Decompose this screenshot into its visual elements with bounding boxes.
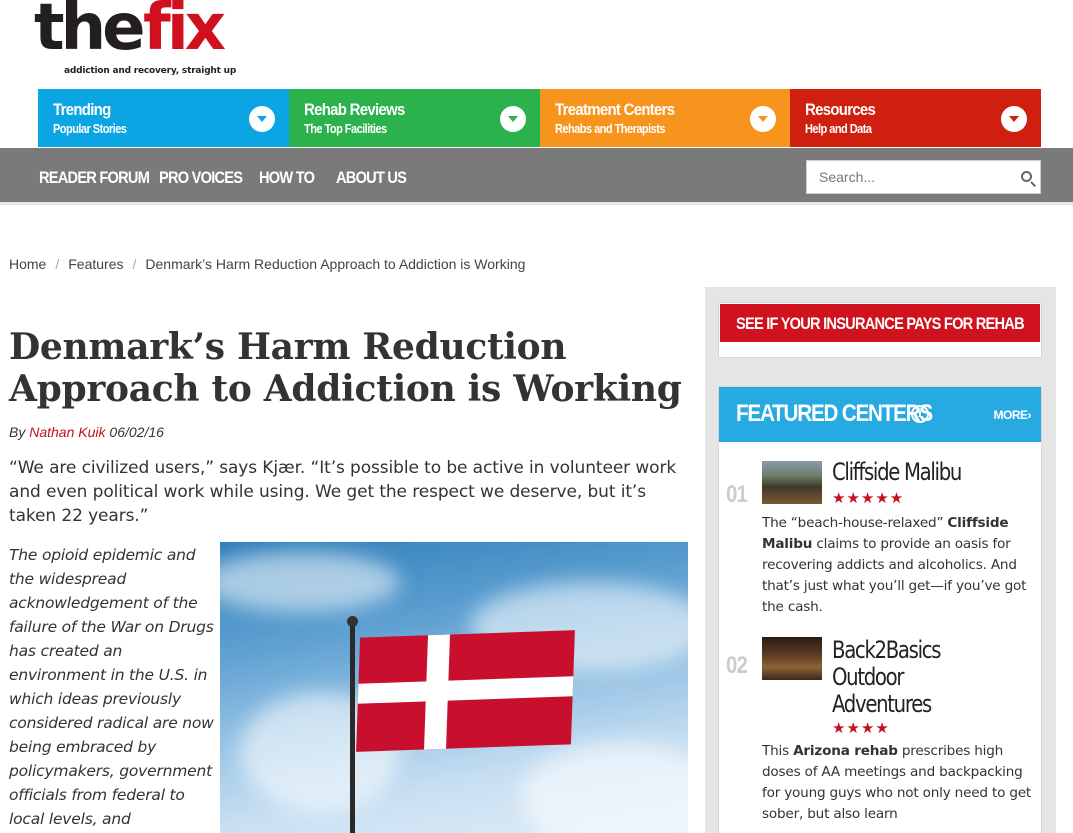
- logo-word-fix: fix: [143, 0, 226, 65]
- cloud-decoration: [520, 742, 688, 833]
- desc-text: The “beach-house-relaxed”: [762, 515, 948, 531]
- center-thumbnail[interactable]: [762, 461, 822, 504]
- chevron-down-icon[interactable]: [1001, 106, 1027, 132]
- center-description: This Arizona rehab prescribes high doses…: [762, 741, 1032, 825]
- tab-title: Treatment Centers: [554, 100, 675, 119]
- tab-subtitle: Help and Data: [805, 122, 872, 136]
- tab-resources[interactable]: Resources Help and Data: [790, 89, 1041, 147]
- tab-title: Trending: [53, 100, 111, 119]
- breadcrumb-separator: /: [132, 256, 137, 272]
- article-date: 06/02/16: [109, 424, 164, 440]
- byline-by: By: [9, 424, 26, 440]
- more-link[interactable]: MORE›: [994, 408, 1032, 422]
- rating-stars: ★★★★★: [832, 490, 905, 507]
- chevron-down-icon[interactable]: [248, 106, 275, 132]
- category-tabs: Trending Popular Stories Rehab Reviews T…: [38, 89, 1041, 147]
- sidebar: SEE IF YOUR INSURANCE PAYS FOR REHAB FEA…: [705, 287, 1056, 833]
- danish-flag: [356, 630, 575, 752]
- insurance-cta-label: SEE IF YOUR INSURANCE PAYS FOR REHAB: [736, 314, 1025, 333]
- nav-pro-voices[interactable]: PRO VOICES: [159, 168, 243, 188]
- center-number: 01: [726, 481, 748, 508]
- flagpole-finial: [347, 616, 358, 627]
- center-name[interactable]: Back2Basics Outdoor Adventures: [832, 637, 988, 718]
- desc-text: This: [762, 743, 794, 759]
- search-icon[interactable]: [1021, 171, 1032, 182]
- breadcrumb-features[interactable]: Features: [68, 256, 123, 272]
- article-title: Denmark’s Harm Reduction Approach to Add…: [9, 326, 682, 410]
- tab-subtitle: The Top Facilities: [303, 122, 387, 136]
- logo-tagline: addiction and recovery, straight up: [64, 66, 237, 76]
- nav-reader-forum[interactable]: READER FORUM: [39, 168, 150, 188]
- center-name[interactable]: Cliffside Malibu: [832, 459, 988, 486]
- featured-centers: FEATURED CENTERS i MORE› 01 Cliffside Ma…: [718, 386, 1042, 833]
- flagpole: [350, 622, 355, 833]
- cloud-decoration: [220, 552, 400, 612]
- featured-centers-title: FEATURED CENTERS: [736, 400, 933, 427]
- flag-cross-vertical: [424, 634, 450, 750]
- featured-centers-header: FEATURED CENTERS i MORE›: [719, 387, 1041, 442]
- search-box: [806, 160, 1041, 194]
- center-description: The “beach-house-relaxed” Cliffside Mali…: [762, 513, 1032, 618]
- desc-link[interactable]: Arizona rehab: [793, 743, 898, 759]
- main-nav: READER FORUM PRO VOICES HOW TO ABOUT US: [0, 148, 1073, 205]
- breadcrumb-current: Denmark’s Harm Reduction Approach to Add…: [145, 256, 526, 272]
- danish-flag-image: [220, 542, 688, 833]
- tab-title: Rehab Reviews: [303, 100, 405, 119]
- author-link[interactable]: Nathan Kuik: [29, 424, 105, 440]
- insurance-cta-box: SEE IF YOUR INSURANCE PAYS FOR REHAB: [718, 302, 1042, 358]
- center-thumbnail[interactable]: [762, 637, 822, 680]
- tab-title: Resources: [805, 100, 876, 119]
- center-number: 02: [726, 652, 748, 679]
- nav-about-us[interactable]: ABOUT US: [336, 168, 407, 188]
- article-lede: The opioid epidemic and the widespread a…: [9, 546, 214, 828]
- breadcrumb: Home / Features / Denmark’s Harm Reduction A…: [9, 256, 525, 272]
- tab-trending[interactable]: Trending Popular Stories: [38, 89, 289, 147]
- tab-treatment-centers[interactable]: Treatment Centers Rehabs and Therapists: [539, 89, 791, 147]
- chevron-down-icon[interactable]: [499, 106, 526, 132]
- pull-quote: “We are civilized users,” says Kjær. “It…: [9, 458, 677, 526]
- byline: By Nathan Kuik 06/02/16: [9, 424, 164, 440]
- tab-rehab-reviews[interactable]: Rehab Reviews The Top Facilities: [288, 89, 540, 147]
- logo-word-the: the: [34, 0, 146, 65]
- search-input[interactable]: [807, 161, 1007, 193]
- breadcrumb-separator: /: [55, 256, 60, 272]
- flag-cross-horizontal: [357, 676, 574, 704]
- chevron-down-icon[interactable]: [750, 106, 777, 132]
- nav-how-to[interactable]: HOW TO: [259, 168, 315, 188]
- breadcrumb-home[interactable]: Home: [9, 256, 46, 272]
- info-icon[interactable]: i: [911, 405, 929, 423]
- tab-subtitle: Rehabs and Therapists: [554, 122, 665, 136]
- site-logo[interactable]: the fix addiction and recovery, straight…: [34, 0, 249, 80]
- tab-subtitle: Popular Stories: [53, 122, 127, 136]
- rating-stars: ★★★★: [832, 720, 890, 737]
- insurance-cta-button[interactable]: SEE IF YOUR INSURANCE PAYS FOR REHAB: [720, 304, 1040, 342]
